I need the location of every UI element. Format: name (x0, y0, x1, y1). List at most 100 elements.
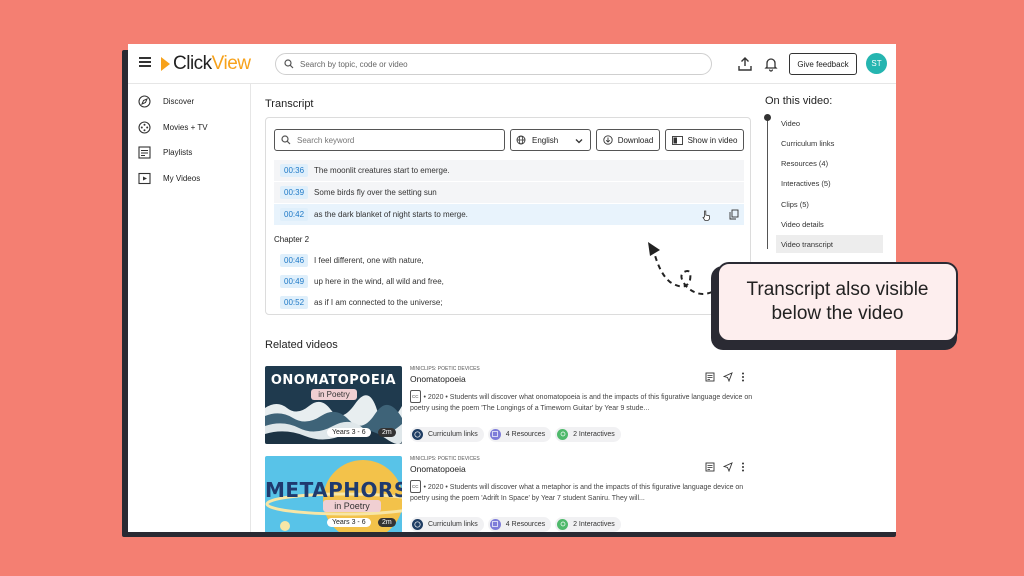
thumbnail-title: ONOMATOPOEIA (270, 373, 397, 388)
chevron-down-icon (575, 139, 583, 144)
otv-item-video[interactable]: Video (781, 119, 800, 128)
sidebar-item-movies-tv[interactable]: Movies + TV (138, 119, 208, 135)
years-badge: Years 3 - 6 (327, 428, 371, 437)
card-actions (705, 462, 753, 472)
line-text: I feel different, one with nature, (314, 255, 424, 265)
download-label: Download (617, 135, 654, 145)
copy-icon[interactable] (729, 209, 739, 220)
annotation-arrow (648, 242, 713, 295)
keyword-placeholder: Search keyword (297, 135, 355, 145)
video-title[interactable]: Onomatopoeia (410, 374, 466, 384)
otv-item-curriculum-links[interactable]: Curriculum links (781, 139, 834, 148)
top-bar: ClickView Search by topic, code or video… (128, 44, 896, 84)
logo-play-icon (161, 57, 170, 71)
more-options-icon[interactable] (741, 462, 745, 472)
search-placeholder: Search by topic, code or video (300, 59, 408, 69)
video-card[interactable]: METAPHORS in Poetry Years 3 - 6 2m MINIC… (265, 456, 755, 532)
transcript-line-highlighted[interactable]: 00:42 as the dark blanket of night start… (274, 204, 744, 225)
timestamp[interactable]: 00:39 (280, 186, 309, 199)
timestamp[interactable]: 00:52 (280, 295, 309, 309)
card-actions (705, 372, 753, 382)
sidebar: Discover Movies + TV Playlists My Videos (128, 84, 251, 532)
line-text: as if I am connected to the universe; (314, 297, 443, 307)
series-tag: MINICLIPS: POETIC DEVICES (410, 366, 480, 372)
sidebar-item-my-videos[interactable]: My Videos (138, 170, 200, 186)
sidebar-item-label: Discover (163, 96, 195, 106)
meta-label: Curriculum links (428, 520, 478, 528)
callout-line-1: Transcript also visible (746, 279, 929, 300)
resources-pill[interactable]: 4 Resources (487, 516, 552, 532)
video-description: CC • 2020 • Students will discover what a… (410, 480, 755, 504)
otv-item-video-transcript[interactable]: Video transcript (781, 240, 833, 249)
duration-badge: 2m (378, 518, 396, 527)
resources-icon (489, 428, 501, 440)
sidebar-item-playlists[interactable]: Playlists (138, 144, 192, 160)
video-meta: Curriculum links 4 Resources 2 Interacti… (410, 426, 625, 442)
related-videos-heading: Related videos (265, 339, 338, 351)
globe-icon (516, 135, 526, 145)
interactives-pill[interactable]: 2 Interactives (555, 516, 621, 532)
meta-label: 4 Resources (505, 520, 546, 528)
sidebar-item-discover[interactable]: Discover (138, 93, 194, 109)
video-card[interactable]: ONOMATOPOEIA in Poetry Years 3 - 6 2m MI… (265, 366, 755, 444)
interactives-pill[interactable]: 2 Interactives (555, 426, 621, 442)
otv-item-resources[interactable]: Resources (4) (781, 159, 828, 168)
language-select[interactable]: English (510, 129, 591, 151)
on-this-video-heading: On this video: (765, 95, 833, 107)
thumbnail-title: METAPHORS (265, 478, 402, 502)
interactives-icon (557, 518, 569, 530)
interactives-icon (557, 428, 569, 440)
share-icon[interactable] (723, 372, 733, 382)
meta-label: 4 Resources (505, 430, 546, 438)
share-icon[interactable] (723, 462, 733, 472)
otv-item-video-details[interactable]: Video details (781, 220, 824, 229)
transcript-line[interactable]: 00:36 The moonlit creatures start to eme… (274, 160, 744, 181)
transcript-heading: Transcript (265, 98, 314, 110)
series-tag: MINICLIPS: POETIC DEVICES (410, 456, 480, 462)
transcript-line[interactable]: 00:39 Some birds fly over the setting su… (274, 182, 744, 203)
keyword-search-input[interactable]: Search keyword (274, 129, 505, 151)
hand-cursor-icon (702, 210, 710, 221)
download-icon (603, 135, 613, 145)
video-thumbnail[interactable]: ONOMATOPOEIA in Poetry Years 3 - 6 2m (265, 366, 402, 444)
line-text: as the dark blanket of night starts to m… (314, 210, 468, 219)
video-description: CC • 2020 • Students will discover what o… (410, 390, 755, 414)
resources-pill[interactable]: 4 Resources (487, 426, 552, 442)
thumbnail-subtitle: in Poetry (311, 389, 357, 400)
timestamp[interactable]: 00:42 (280, 208, 309, 221)
add-to-playlist-icon[interactable] (705, 462, 715, 472)
download-button[interactable]: Download (596, 129, 660, 151)
callout-box: Transcript also visible below the video (717, 262, 958, 342)
sidebar-item-label: Movies + TV (163, 122, 208, 132)
timestamp[interactable]: 00:36 (280, 164, 309, 177)
video-title[interactable]: Onomatopoeia (410, 464, 466, 474)
closed-captions-icon: CC (410, 390, 421, 403)
meta-label: Curriculum links (428, 430, 478, 438)
logo[interactable]: ClickView (161, 53, 251, 75)
menu-icon[interactable] (139, 57, 151, 67)
search-icon (281, 135, 291, 145)
give-feedback-button[interactable]: Give feedback (789, 53, 857, 75)
timestamp[interactable]: 00:46 (280, 253, 309, 267)
add-to-playlist-icon[interactable] (705, 372, 715, 382)
search-input[interactable]: Search by topic, code or video (275, 53, 712, 75)
curriculum-links-pill[interactable]: Curriculum links (410, 516, 484, 532)
meta-label: 2 Interactives (573, 430, 615, 438)
curriculum-links-pill[interactable]: Curriculum links (410, 426, 484, 442)
bell-icon[interactable] (763, 56, 779, 72)
avatar[interactable]: ST (866, 53, 887, 74)
line-text: up here in the wind, all wild and free, (314, 276, 444, 286)
language-value: English (532, 135, 559, 145)
description-text: • 2020 • Students will discover what a m… (410, 484, 744, 502)
video-meta: Curriculum links 4 Resources 2 Interacti… (410, 516, 625, 532)
logo-text: ClickView (173, 53, 251, 74)
more-options-icon[interactable] (741, 372, 745, 382)
otv-item-clips[interactable]: Clips (5) (781, 200, 809, 209)
otv-item-interactives[interactable]: Interactives (5) (781, 179, 831, 188)
video-thumbnail[interactable]: METAPHORS in Poetry Years 3 - 6 2m (265, 456, 402, 532)
globe-badge-icon (412, 518, 423, 530)
playlist-icon (138, 145, 151, 159)
upload-icon[interactable] (737, 56, 753, 72)
timestamp[interactable]: 00:49 (280, 274, 309, 288)
show-in-video-button[interactable]: Show in video (665, 129, 744, 151)
